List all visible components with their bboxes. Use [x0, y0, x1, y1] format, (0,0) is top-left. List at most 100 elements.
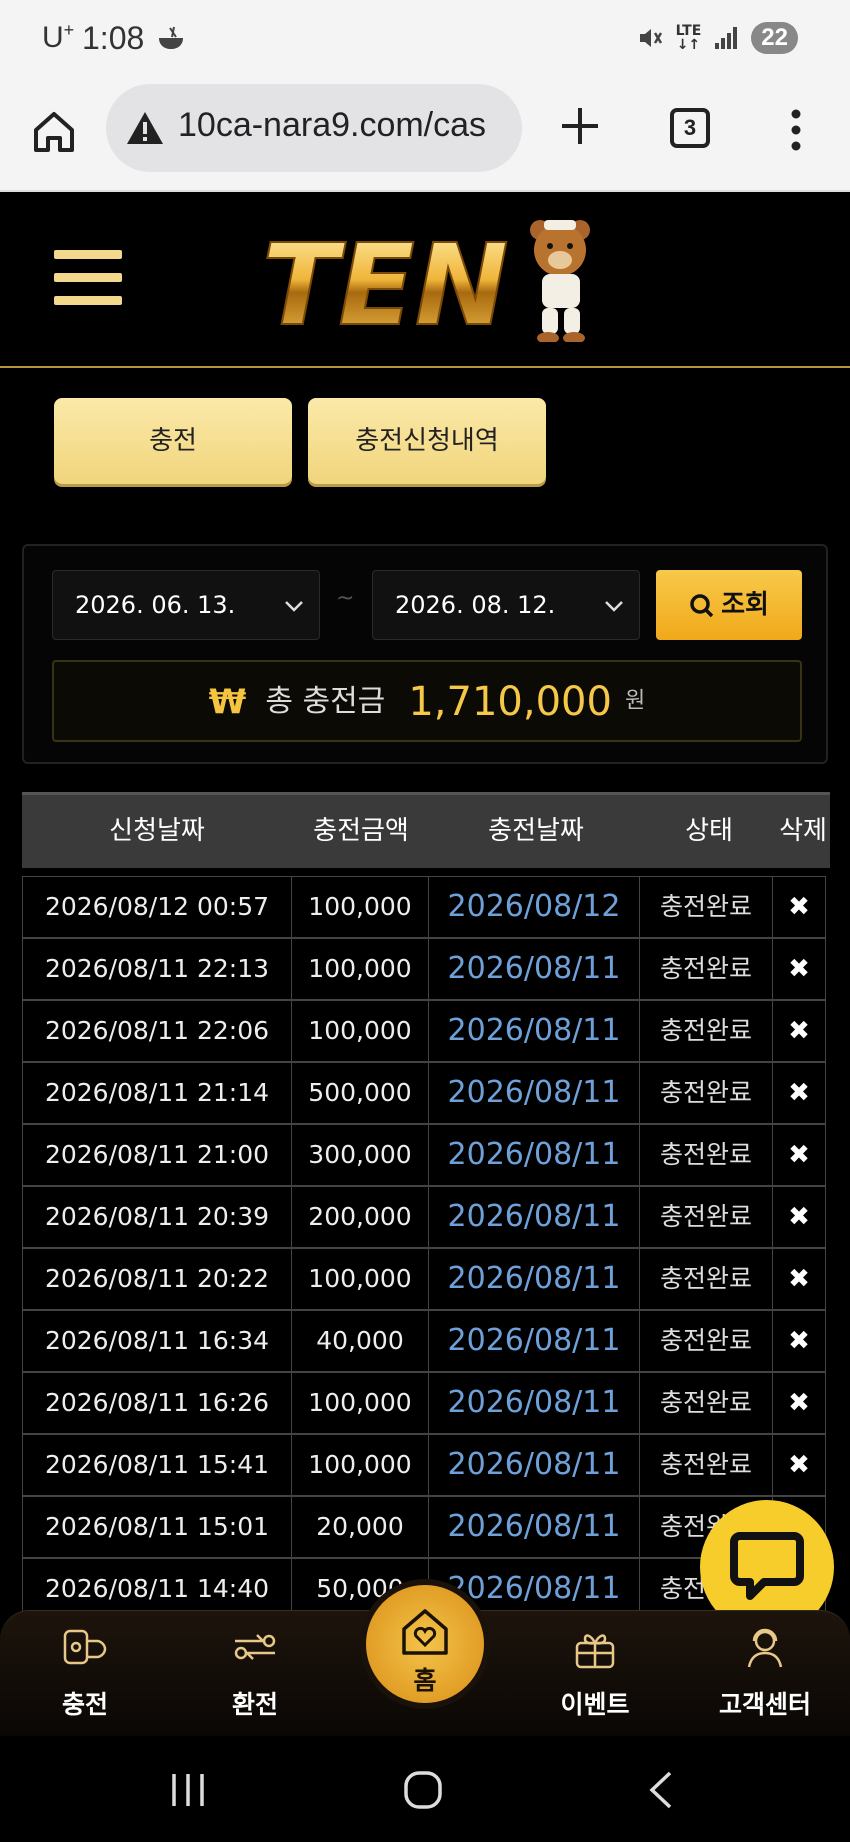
table-row: 2026/08/11 16:26 100,000 2026/08/11 충전완료 ✖ [22, 1372, 830, 1434]
start-date-select[interactable]: 2026. 06. 13. [52, 570, 320, 640]
charge-date-cell: 2026/08/11 [428, 1434, 640, 1496]
charge-date-cell: 2026/08/11 [428, 1000, 640, 1062]
total-charge-label: 총 충전금 [265, 683, 386, 719]
charge-history-table: 신청날짜 충전금액 충전날짜 상태 삭제 2026/08/12 00:57 100… [22, 792, 830, 1620]
delete-icon[interactable]: ✖ [772, 1434, 826, 1496]
delete-icon[interactable]: ✖ [772, 1186, 826, 1248]
gift-icon [575, 1634, 615, 1669]
charge-date-cell: 2026/08/11 [428, 1062, 640, 1124]
table-row: 2026/08/11 16:34 40,000 2026/08/11 충전완료 ✖ [22, 1310, 830, 1372]
nav-charge[interactable]: 충전 [20, 1611, 150, 1737]
system-navigation-bar [0, 1736, 850, 1842]
request-date-cell: 2026/08/12 00:57 [22, 876, 292, 938]
delete-icon[interactable]: ✖ [772, 938, 826, 1000]
delete-icon[interactable]: ✖ [772, 876, 826, 938]
address-bar[interactable]: 10ca-nara9.com/cas [106, 84, 522, 172]
battery-level: 22 [751, 22, 798, 54]
amount-cell: 500,000 [291, 1062, 429, 1124]
warning-icon[interactable] [126, 110, 164, 146]
svg-text:TEN: TEN [262, 221, 509, 342]
status-cell: 충전완료 [639, 1248, 773, 1310]
tab-switcher-button[interactable]: 3 [670, 108, 710, 148]
nav-home[interactable]: 홈 [360, 1579, 490, 1709]
filter-panel: 2026. 06. 13. ~ 2026. 08. 12. 조회 ₩ 총 충전금… [22, 544, 828, 764]
delete-icon[interactable]: ✖ [772, 1248, 826, 1310]
network-type: LTE ↓↑ [675, 23, 702, 53]
chat-bubble-icon [730, 1532, 804, 1600]
end-date-select[interactable]: 2026. 08. 12. [372, 570, 640, 640]
table-row: 2026/08/11 15:41 100,000 2026/08/11 충전완료 ✖ [22, 1434, 830, 1496]
new-tab-icon[interactable] [558, 104, 602, 148]
charge-date-cell: 2026/08/11 [428, 1372, 640, 1434]
table-row: 2026/08/11 22:06 100,000 2026/08/11 충전완료 ✖ [22, 1000, 830, 1062]
mute-icon [639, 29, 662, 47]
clock: 1:08 [82, 20, 145, 56]
table-header: 신청날짜 충전금액 충전날짜 상태 삭제 [22, 792, 830, 868]
table-body: 2026/08/12 00:57 100,000 2026/08/12 충전완료 ✖ 20… [22, 876, 830, 1620]
won-icon: ₩ [208, 681, 247, 722]
delete-icon[interactable]: ✖ [772, 1062, 826, 1124]
delete-icon[interactable]: ✖ [772, 1310, 826, 1372]
delete-icon[interactable]: ✖ [772, 1124, 826, 1186]
charge-date-cell: 2026/08/11 [428, 1310, 640, 1372]
amount-cell: 40,000 [291, 1310, 429, 1372]
nav-customer-center[interactable]: 고객센터 [700, 1611, 830, 1737]
table-row: 2026/08/12 00:57 100,000 2026/08/12 충전완료 ✖ [22, 876, 830, 938]
table-row: 2026/08/11 22:13 100,000 2026/08/11 충전완료 ✖ [22, 938, 830, 1000]
amount-cell: 100,000 [291, 1372, 429, 1434]
status-right: LTE ↓↑ 22 [636, 22, 798, 54]
url-text[interactable]: 10ca-nara9.com/cas [178, 106, 486, 145]
table-row: 2026/08/11 20:22 100,000 2026/08/11 충전완료 ✖ [22, 1248, 830, 1310]
home-heart-icon [402, 1609, 448, 1655]
back-icon[interactable] [648, 1770, 674, 1810]
charge-tab-button[interactable]: 충전 [54, 398, 292, 484]
delete-icon[interactable]: ✖ [772, 1000, 826, 1062]
bottom-navigation: 충전 환전 홈 이벤트 고객센터 [0, 1579, 850, 1737]
request-date-cell: 2026/08/11 15:01 [22, 1496, 292, 1558]
amount-cell: 100,000 [291, 938, 429, 1000]
charge-date-cell: 2026/08/11 [428, 1186, 640, 1248]
total-charge-summary: ₩ 총 충전금 1,710,000 원 [52, 660, 802, 742]
request-date-cell: 2026/08/11 21:00 [22, 1124, 292, 1186]
charge-date-cell: 2026/08/11 [428, 1496, 640, 1558]
status-cell: 충전완료 [639, 1000, 773, 1062]
table-row: 2026/08/11 21:14 500,000 2026/08/11 충전완료 ✖ [22, 1062, 830, 1124]
status-bar: U+ 1:08 LTE ↓↑ 22 [0, 0, 850, 80]
status-cell: 충전완료 [639, 1124, 773, 1186]
search-button[interactable]: 조회 [656, 570, 802, 640]
home-icon[interactable] [30, 108, 78, 156]
request-date-cell: 2026/08/11 20:39 [22, 1186, 292, 1248]
nav-event[interactable]: 이벤트 [530, 1611, 660, 1737]
more-options-icon[interactable] [784, 108, 808, 152]
site-header: TEN [0, 194, 850, 368]
charge-date-cell: 2026/08/11 [428, 938, 640, 1000]
delete-icon[interactable]: ✖ [772, 1372, 826, 1434]
request-date-cell: 2026/08/11 16:34 [22, 1310, 292, 1372]
charge-date-cell: 2026/08/11 [428, 1124, 640, 1186]
request-date-cell: 2026/08/11 15:41 [22, 1434, 292, 1496]
col-header-status: 상태 [685, 816, 733, 846]
recent-apps-icon[interactable] [170, 1772, 206, 1808]
browser-toolbar: 10ca-nara9.com/cas 3 [0, 80, 850, 192]
total-charge-unit: 원 [625, 688, 646, 714]
android-home-icon[interactable] [403, 1770, 443, 1810]
start-date-value: 2026. 06. 13. [75, 591, 236, 619]
status-cell: 충전완료 [639, 1372, 773, 1434]
amount-cell: 100,000 [291, 1434, 429, 1496]
col-header-charge-date: 충전날짜 [488, 816, 584, 846]
hamburger-menu-icon[interactable] [54, 250, 122, 308]
status-cell: 충전완료 [639, 1434, 773, 1496]
charge-icon [63, 1629, 107, 1665]
charge-history-tab-button[interactable]: 충전신청내역 [308, 398, 546, 484]
date-separator: ~ [336, 586, 355, 611]
amount-cell: 100,000 [291, 1248, 429, 1310]
charge-date-cell: 2026/08/12 [428, 876, 640, 938]
ten-logo[interactable]: TEN [258, 212, 598, 342]
nav-exchange[interactable]: 환전 [190, 1611, 320, 1737]
rice-bowl-icon [159, 26, 183, 49]
exchange-icon [234, 1634, 276, 1660]
request-date-cell: 2026/08/11 21:14 [22, 1062, 292, 1124]
search-icon [690, 593, 714, 617]
table-row: 2026/08/11 20:39 200,000 2026/08/11 충전완료 ✖ [22, 1186, 830, 1248]
request-date-cell: 2026/08/11 22:13 [22, 938, 292, 1000]
